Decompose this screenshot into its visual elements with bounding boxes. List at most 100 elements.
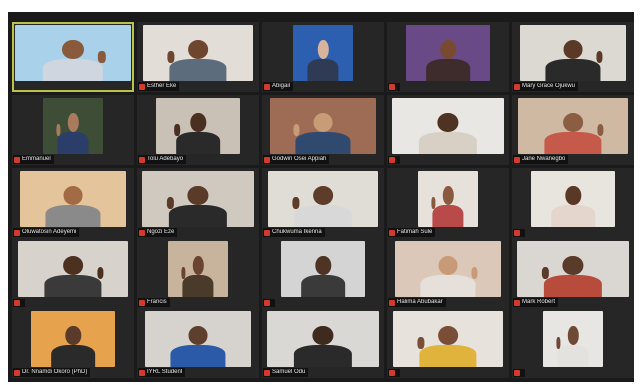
participant-nameplate: Dr. Nnamdi Okoro (PhD) bbox=[13, 368, 91, 377]
participant-tile[interactable]: Francis bbox=[137, 238, 259, 308]
participant-tile[interactable]: Dr. Nnamdi Okoro (PhD) bbox=[12, 308, 134, 378]
participant-tile[interactable] bbox=[12, 22, 134, 92]
participant-figure bbox=[181, 253, 214, 297]
participant-video bbox=[20, 171, 126, 227]
figure-body bbox=[294, 205, 352, 227]
participant-figure bbox=[174, 110, 220, 154]
figure-head bbox=[440, 39, 456, 60]
participant-nameplate: Mary Grace Ojukwu bbox=[513, 82, 579, 91]
participant-tile[interactable]: Chukwuma Ikenna bbox=[262, 168, 384, 238]
figure-body bbox=[545, 59, 601, 81]
participant-figure bbox=[417, 323, 477, 367]
participant-figure bbox=[301, 253, 345, 297]
participant-video bbox=[543, 311, 603, 367]
muted-mic-icon bbox=[14, 369, 20, 376]
figure-body bbox=[295, 132, 351, 154]
raised-hand bbox=[596, 51, 603, 63]
raised-hand bbox=[471, 267, 478, 279]
participant-video bbox=[270, 98, 376, 154]
muted-mic-icon bbox=[14, 300, 20, 306]
muted-mic-icon bbox=[139, 369, 145, 376]
figure-body bbox=[420, 275, 476, 297]
raised-hand bbox=[597, 124, 604, 136]
participant-tile[interactable]: Godwin Osei Appiah bbox=[262, 95, 384, 165]
figure-head bbox=[65, 325, 81, 346]
participant-video bbox=[156, 98, 240, 154]
raised-hand bbox=[167, 51, 174, 63]
participant-video bbox=[293, 25, 353, 81]
figure-body bbox=[182, 275, 214, 297]
figure-head bbox=[567, 325, 579, 346]
participant-figure bbox=[42, 37, 106, 81]
participant-video bbox=[31, 311, 115, 367]
participant-tile[interactable]: Samuel Odu bbox=[262, 308, 384, 378]
participant-tile[interactable]: IYRL Student bbox=[137, 308, 259, 378]
participant-nameplate bbox=[388, 369, 400, 377]
participant-video bbox=[418, 171, 478, 227]
participant-tile[interactable] bbox=[512, 308, 634, 378]
muted-mic-icon bbox=[389, 84, 395, 90]
participant-tile[interactable] bbox=[387, 95, 509, 165]
participant-tile[interactable] bbox=[12, 238, 134, 308]
raised-hand bbox=[541, 267, 549, 279]
participant-nameplate: Chukwuma Ikenna bbox=[263, 228, 325, 237]
participant-tile[interactable]: Esther Eke bbox=[137, 22, 259, 92]
participant-nameplate: IYRL Student bbox=[138, 368, 186, 377]
participant-tile[interactable]: Ngozi Eze bbox=[137, 168, 259, 238]
participant-video bbox=[267, 311, 379, 367]
figure-head bbox=[190, 112, 206, 133]
figure-body bbox=[543, 275, 603, 297]
participant-nameplate: Godwin Osei Appiah bbox=[263, 155, 330, 164]
participant-video bbox=[531, 171, 615, 227]
figure-body bbox=[176, 132, 220, 154]
participant-tile[interactable]: Jane Nwanegbo bbox=[512, 95, 634, 165]
raised-hand bbox=[431, 197, 435, 209]
figure-head bbox=[192, 255, 204, 276]
participant-tile[interactable]: Abigail bbox=[262, 22, 384, 92]
participant-figure bbox=[167, 37, 227, 81]
participant-figure bbox=[45, 183, 101, 227]
participant-tile[interactable] bbox=[262, 238, 384, 308]
participant-video bbox=[395, 241, 501, 297]
participant-tile[interactable]: Halima Abubakar bbox=[387, 238, 509, 308]
participant-tile[interactable]: Emmanuel bbox=[12, 95, 134, 165]
participant-tile[interactable]: Fatimah Sule bbox=[387, 168, 509, 238]
participant-tile[interactable]: Mark Robert bbox=[512, 238, 634, 308]
raised-hand bbox=[556, 337, 560, 349]
participant-tile[interactable]: Mary Grace Ojukwu bbox=[512, 22, 634, 92]
participant-figure bbox=[426, 37, 470, 81]
participant-tile[interactable]: Oluwatosin Adeyemi bbox=[12, 168, 134, 238]
participant-nameplate: Samuel Odu bbox=[263, 368, 309, 377]
participant-name: Esther Eke bbox=[147, 83, 177, 89]
participant-video bbox=[145, 311, 251, 367]
participant-nameplate bbox=[388, 83, 400, 91]
participant-video bbox=[168, 241, 228, 297]
figure-head bbox=[62, 39, 84, 60]
participant-tile[interactable] bbox=[512, 168, 634, 238]
raised-hand bbox=[56, 124, 60, 136]
participant-nameplate: Emmanuel bbox=[13, 155, 54, 164]
participant-nameplate: Francis bbox=[138, 298, 170, 307]
participant-tile[interactable]: Tolu Adebayo bbox=[137, 95, 259, 165]
figure-head bbox=[563, 39, 583, 60]
participant-tile[interactable] bbox=[387, 22, 509, 92]
participant-nameplate bbox=[513, 229, 525, 237]
figure-head bbox=[187, 39, 209, 60]
participant-nameplate: Tolu Adebayo bbox=[138, 155, 187, 164]
participant-video bbox=[143, 25, 253, 81]
muted-mic-icon bbox=[514, 370, 520, 376]
muted-mic-icon bbox=[139, 156, 145, 163]
participant-nameplate: Mark Robert bbox=[513, 298, 559, 307]
participant-name: Godwin Osei Appiah bbox=[272, 156, 327, 162]
participant-tile[interactable] bbox=[387, 308, 509, 378]
figure-head bbox=[437, 112, 459, 133]
raised-hand bbox=[417, 337, 424, 349]
gallery-view: Esther Eke Abigail Mary Grace Ojukwu Emmanu… bbox=[8, 12, 634, 382]
participant-figure bbox=[418, 110, 478, 154]
figure-head bbox=[187, 185, 209, 206]
figure-body bbox=[419, 345, 477, 367]
participant-name: Tolu Adebayo bbox=[147, 156, 184, 162]
participant-name: Samuel Odu bbox=[272, 369, 306, 375]
muted-mic-icon bbox=[264, 83, 270, 90]
raised-hand bbox=[166, 197, 174, 209]
